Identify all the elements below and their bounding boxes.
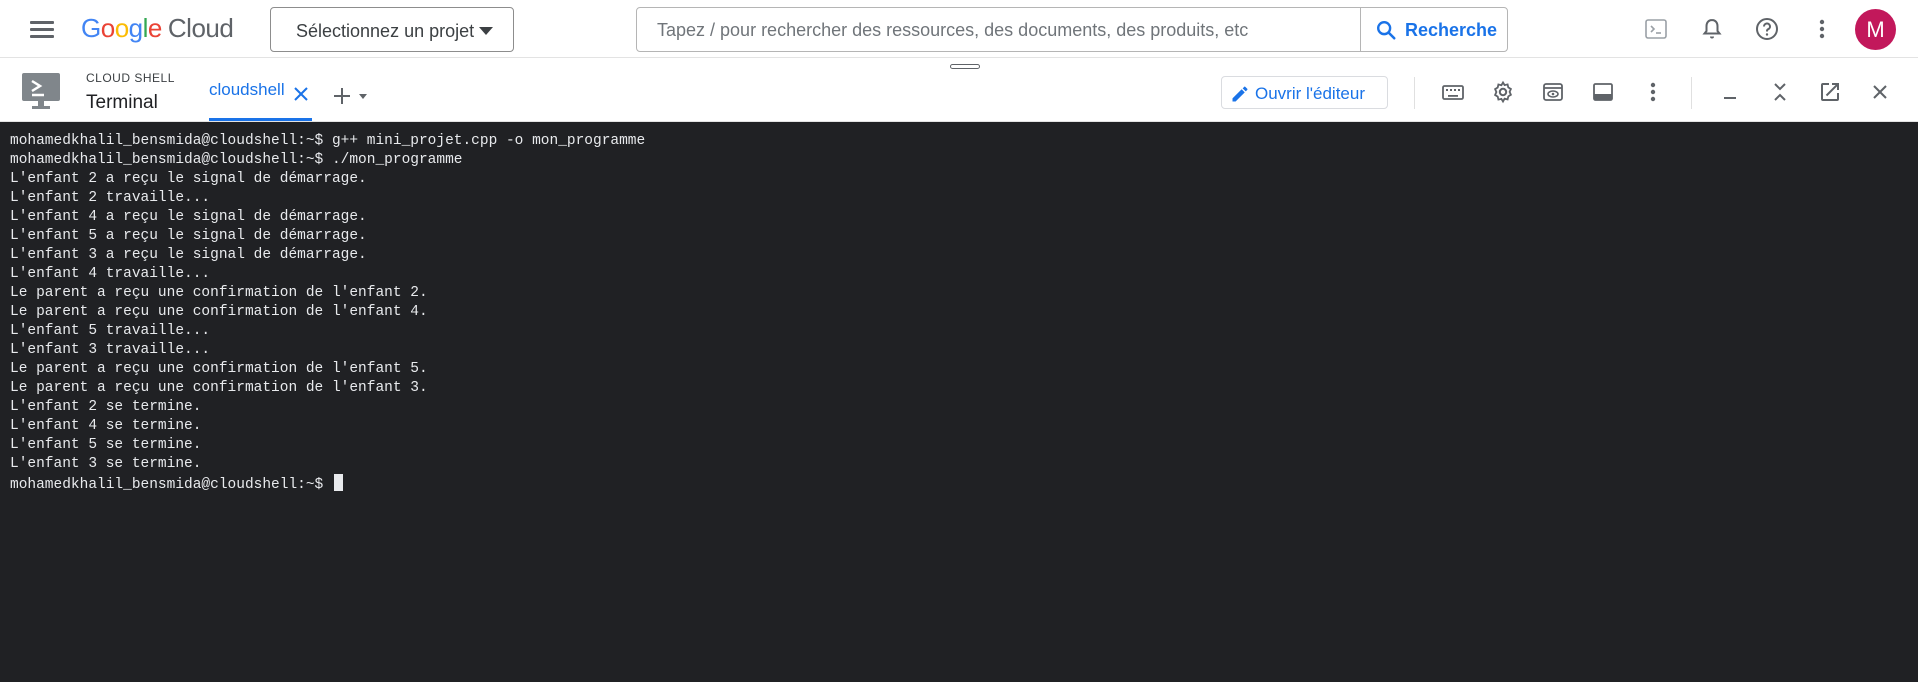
tab-label: cloudshell xyxy=(209,80,285,99)
google-cloud-logo[interactable]: Google Cloud xyxy=(81,13,234,44)
bell-icon xyxy=(1702,18,1722,39)
cloud-shell-button[interactable] xyxy=(1638,11,1674,47)
project-selector-button[interactable]: Sélectionnez un projet xyxy=(270,7,514,52)
more-options-button[interactable] xyxy=(1804,11,1840,47)
panel-icon xyxy=(1593,83,1613,101)
logo-cloud-text: Cloud xyxy=(167,13,234,43)
terminal-line: L'enfant 3 a reçu le signal de démarrage… xyxy=(10,247,367,263)
restore-button[interactable] xyxy=(1763,75,1797,109)
divider xyxy=(1691,77,1692,109)
terminal-cursor xyxy=(333,474,343,491)
notifications-button[interactable] xyxy=(1694,11,1730,47)
terminal-line: L'enfant 3 travaille... xyxy=(10,342,211,358)
open-editor-button[interactable]: Ouvrir l'éditeur xyxy=(1221,76,1388,109)
more-vert-icon xyxy=(1819,19,1825,39)
keyboard-icon xyxy=(1442,85,1464,100)
resize-handle[interactable] xyxy=(950,64,980,69)
dropdown-icon xyxy=(479,27,493,35)
terminal-line: L'enfant 5 travaille... xyxy=(10,323,211,339)
help-button[interactable] xyxy=(1749,11,1785,47)
more-shell-options-button[interactable] xyxy=(1636,75,1670,109)
help-icon xyxy=(1756,18,1778,40)
terminal-output[interactable]: mohamedkhalil_bensmida@cloudshell:~$ g++… xyxy=(0,122,1918,682)
minimize-button[interactable] xyxy=(1713,75,1747,109)
web-preview-button[interactable] xyxy=(1536,75,1570,109)
terminal-line: Le parent a reçu une confirmation de l'e… xyxy=(10,304,428,320)
close-icon[interactable] xyxy=(292,85,310,103)
terminal-line: L'enfant 5 a reçu le signal de démarrage… xyxy=(10,228,367,244)
terminal-line: Le parent a reçu une confirmation de l'e… xyxy=(10,380,428,396)
terminal-line: mohamedkhalil_bensmida@cloudshell:~$ ./m… xyxy=(10,152,463,168)
add-tab-button[interactable] xyxy=(330,81,374,111)
open-editor-label: Ouvrir l'éditeur xyxy=(1255,84,1366,103)
terminal-line: L'enfant 2 a reçu le signal de démarrage… xyxy=(10,171,367,187)
terminal-lines: mohamedkhalil_bensmida@cloudshell:~$ g++… xyxy=(10,132,1908,474)
settings-button[interactable] xyxy=(1486,75,1520,109)
terminal-prompt: mohamedkhalil_bensmida@cloudshell:~$ xyxy=(10,477,332,493)
collapse-icon xyxy=(1774,83,1786,101)
terminal-icon xyxy=(22,73,60,109)
terminal-prompt-line[interactable]: mohamedkhalil_bensmida@cloudshell:~$ xyxy=(10,474,1908,493)
pencil-icon xyxy=(1232,86,1248,102)
close-icon xyxy=(1873,85,1887,99)
menu-icon-bar xyxy=(30,35,54,38)
terminal-line: L'enfant 2 se termine. xyxy=(10,399,202,415)
more-vert-icon xyxy=(1650,82,1656,102)
search-bar: Recherche xyxy=(636,7,1508,52)
gear-icon xyxy=(1493,80,1513,104)
open-new-window-button[interactable] xyxy=(1813,75,1847,109)
terminal-line: L'enfant 4 a reçu le signal de démarrage… xyxy=(10,209,367,225)
divider xyxy=(1414,77,1415,109)
minimize-icon xyxy=(1724,97,1736,99)
terminal-line: L'enfant 5 se termine. xyxy=(10,437,202,453)
terminal-line: mohamedkhalil_bensmida@cloudshell:~$ g++… xyxy=(10,133,646,149)
terminal-line: L'enfant 3 se termine. xyxy=(10,456,202,472)
top-bar: GoogleCloud Sélectionnez un projet Reche… xyxy=(0,0,1918,58)
search-icon xyxy=(1377,21,1396,40)
cloud-shell-label: CLOUD SHELL xyxy=(86,71,175,85)
keyboard-button[interactable] xyxy=(1436,75,1470,109)
menu-icon-bar xyxy=(30,21,54,24)
project-selector-label: Sélectionnez un projet xyxy=(296,21,475,41)
terminal-line: Le parent a reçu une confirmation de l'e… xyxy=(10,285,428,301)
terminal-line: L'enfant 4 travaille... xyxy=(10,266,211,282)
tab-cloudshell[interactable]: cloudshell xyxy=(209,73,312,121)
cloud-shell-icon xyxy=(1645,19,1667,39)
terminal-line: L'enfant 4 se termine. xyxy=(10,418,202,434)
terminal-line: Le parent a reçu une confirmation de l'e… xyxy=(10,361,428,377)
web-preview-icon xyxy=(1543,83,1563,101)
cloud-shell-toolbar: CLOUD SHELL Terminal cloudshell Ouvrir l… xyxy=(0,59,1918,122)
menu-icon-bar xyxy=(30,28,54,31)
search-input[interactable] xyxy=(657,18,1357,42)
panel-toggle-button[interactable] xyxy=(1586,75,1620,109)
open-new-window-icon xyxy=(1821,83,1839,101)
search-button[interactable]: Recherche xyxy=(1360,8,1508,51)
plus-icon xyxy=(334,88,367,104)
terminal-title: Terminal xyxy=(86,92,158,113)
search-button-label: Recherche xyxy=(1405,20,1498,40)
avatar[interactable]: M xyxy=(1855,9,1896,50)
main-menu-button[interactable] xyxy=(24,14,60,44)
terminal-line: L'enfant 2 travaille... xyxy=(10,190,211,206)
close-shell-button[interactable] xyxy=(1863,75,1897,109)
